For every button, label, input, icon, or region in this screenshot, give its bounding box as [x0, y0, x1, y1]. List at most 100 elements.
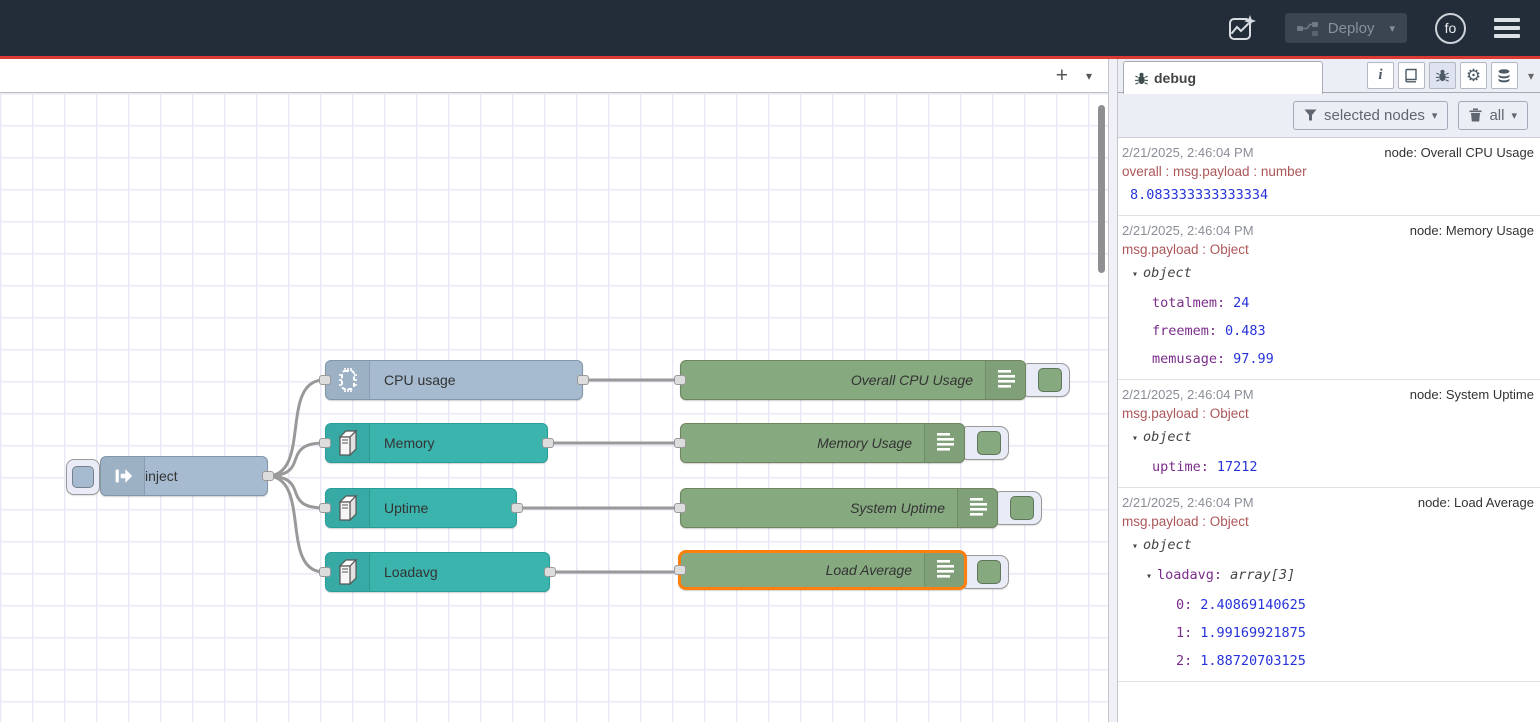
sidebar: debug i — [1118, 59, 1540, 722]
node-memory[interactable]: Memory — [325, 423, 548, 463]
bug-icon — [1134, 71, 1149, 86]
filter-caret-icon: ▾ — [1432, 109, 1438, 122]
server-tower-icon — [326, 424, 370, 462]
debug-output-icon — [924, 424, 964, 462]
debug-message-list[interactable]: 2/21/2025, 2:46:04 PM node: Overall CPU … — [1118, 138, 1540, 722]
wires-layer — [0, 93, 1108, 722]
config-tab-button[interactable]: ⚙ — [1460, 62, 1487, 89]
property-key: totalmem: — [1152, 295, 1225, 311]
info-tab-button[interactable]: i — [1367, 62, 1394, 89]
tab-debug[interactable]: debug — [1123, 61, 1323, 94]
message-timestamp: 2/21/2025, 2:46:04 PM — [1122, 493, 1254, 512]
output-port[interactable] — [577, 375, 589, 385]
collapse-caret-icon[interactable]: ▾ — [1146, 571, 1152, 582]
help-tab-button[interactable] — [1398, 62, 1425, 89]
object-type: object — [1143, 429, 1192, 445]
node-loadavg[interactable]: Loadavg — [325, 552, 550, 592]
deploy-caret-icon[interactable]: ▾ — [1389, 22, 1395, 35]
inject-trigger-button[interactable] — [66, 459, 100, 495]
header-bar: Deploy ▾ fo — [0, 0, 1540, 56]
collapse-caret-icon[interactable]: ▾ — [1132, 541, 1138, 552]
node-inject[interactable]: inject — [100, 456, 268, 496]
sidebar-resize-handle[interactable] — [1108, 59, 1118, 722]
object-type: object — [1143, 537, 1192, 553]
debug-filter-button[interactable]: selected nodes ▾ — [1293, 101, 1448, 130]
node-uptime[interactable]: Uptime — [325, 488, 517, 528]
book-icon — [1403, 68, 1419, 84]
server-tower-icon — [326, 489, 370, 527]
debug-enable-toggle[interactable] — [1020, 363, 1070, 397]
input-port[interactable] — [674, 375, 686, 385]
input-port[interactable] — [319, 503, 331, 513]
workspace-tabbar: + ▾ — [0, 59, 1108, 93]
output-port[interactable] — [542, 438, 554, 448]
flow-canvas[interactable]: inject CPU usage — [0, 93, 1108, 722]
debug-enable-toggle[interactable] — [959, 426, 1009, 460]
sidebar-menu-caret-icon[interactable]: ▾ — [1528, 69, 1534, 83]
node-debug-uptime[interactable]: System Uptime — [680, 488, 998, 528]
deploy-flow-icon — [1297, 21, 1319, 36]
property-value: 17212 — [1217, 459, 1258, 475]
input-port[interactable] — [319, 438, 331, 448]
collapse-caret-icon[interactable]: ▾ — [1132, 269, 1138, 280]
clear-caret-icon: ▾ — [1511, 109, 1517, 122]
main-menu-button[interactable] — [1494, 18, 1520, 38]
input-port[interactable] — [674, 438, 686, 448]
message-property-path: msg.payload : Object — [1122, 240, 1534, 259]
array-value: 2.40869140625 — [1200, 597, 1306, 613]
debug-output-icon — [957, 489, 997, 527]
property-value: 24 — [1233, 295, 1249, 311]
canvas-scrollbar[interactable] — [1098, 105, 1105, 273]
wire[interactable] — [267, 443, 324, 476]
property-value: 97.99 — [1233, 351, 1274, 367]
debug-message[interactable]: 2/21/2025, 2:46:04 PM node: Load Average… — [1118, 488, 1540, 682]
output-port[interactable] — [262, 471, 274, 481]
debug-enable-toggle[interactable] — [992, 491, 1042, 525]
wire[interactable] — [267, 476, 324, 508]
sidebar-tabbar: debug i — [1118, 59, 1540, 93]
node-debug-load-average[interactable]: Load Average — [678, 550, 967, 590]
message-source-node: node: Overall CPU Usage — [1384, 143, 1534, 162]
debug-clear-button[interactable]: all ▾ — [1458, 101, 1528, 130]
output-port[interactable] — [544, 567, 556, 577]
debug-output-icon — [985, 361, 1025, 399]
node-label: Memory Usage — [681, 435, 912, 451]
flow-list-caret-icon[interactable]: ▾ — [1086, 69, 1092, 83]
message-timestamp: 2/21/2025, 2:46:04 PM — [1122, 143, 1254, 162]
output-port[interactable] — [511, 503, 523, 513]
input-port[interactable] — [674, 565, 686, 575]
node-debug-overall-cpu[interactable]: Overall CPU Usage — [680, 360, 1026, 400]
array-value: 1.99169921875 — [1200, 625, 1306, 641]
input-port[interactable] — [319, 567, 331, 577]
node-debug-memory[interactable]: Memory Usage — [680, 423, 965, 463]
debug-tab-button[interactable] — [1429, 62, 1456, 89]
node-red-app: Deploy ▾ fo + ▾ — [0, 0, 1540, 722]
input-port[interactable] — [674, 503, 686, 513]
node-label: CPU usage — [384, 372, 456, 388]
user-avatar[interactable]: fo — [1435, 13, 1466, 44]
server-tower-icon — [326, 553, 370, 591]
message-source-node: node: System Uptime — [1410, 385, 1534, 404]
property-value: 0.483 — [1225, 323, 1266, 339]
debug-message[interactable]: 2/21/2025, 2:46:04 PM node: Overall CPU … — [1118, 138, 1540, 216]
node-cpu-usage[interactable]: CPU usage — [325, 360, 583, 400]
deploy-button[interactable]: Deploy ▾ — [1285, 13, 1407, 43]
add-flow-button[interactable]: + — [1056, 65, 1068, 86]
info-icon: i — [1378, 67, 1382, 84]
node-label: Overall CPU Usage — [681, 372, 973, 388]
debug-message[interactable]: 2/21/2025, 2:46:04 PM node: Memory Usage… — [1118, 216, 1540, 380]
property-key: uptime: — [1152, 459, 1209, 475]
context-tab-button[interactable] — [1491, 62, 1518, 89]
array-index: 2: — [1176, 653, 1192, 669]
debug-message[interactable]: 2/21/2025, 2:46:04 PM node: System Uptim… — [1118, 380, 1540, 488]
node-label: inject — [145, 468, 178, 484]
input-port[interactable] — [319, 375, 331, 385]
cpu-chip-icon — [326, 361, 370, 399]
collapse-caret-icon[interactable]: ▾ — [1132, 433, 1138, 444]
avatar-initials: fo — [1445, 20, 1457, 36]
trash-icon — [1469, 108, 1482, 122]
message-source-node: node: Load Average — [1418, 493, 1534, 512]
node-label: Loadavg — [384, 564, 438, 580]
ai-assistant-button[interactable] — [1227, 13, 1257, 43]
message-source-node: node: Memory Usage — [1410, 221, 1534, 240]
